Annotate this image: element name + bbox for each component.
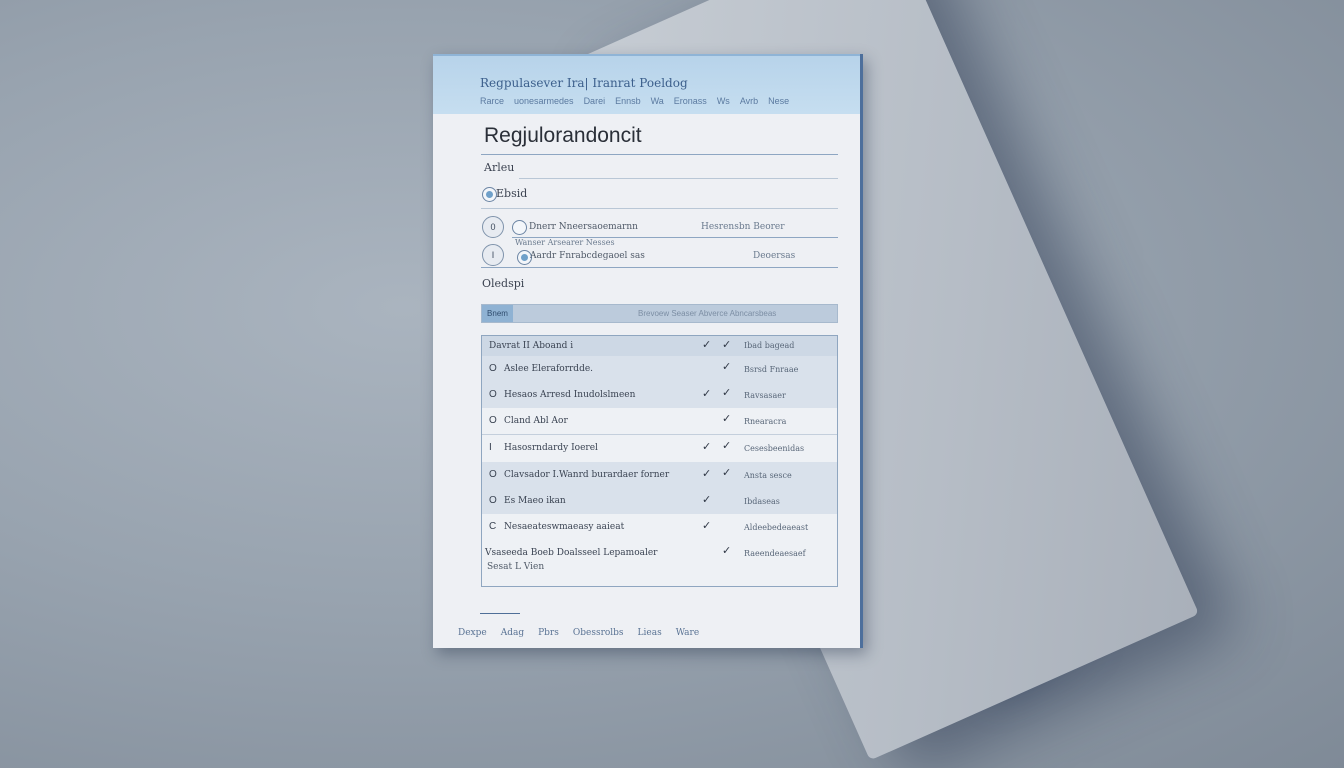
- row-value: Ibdaseas: [744, 497, 780, 506]
- row-name: Vsaseeda Boeb Doalsseel Lepamoaler: [485, 548, 658, 558]
- table-header-row: Davrat II Aboand i ✓ ✓ Ibad bagead: [482, 336, 837, 357]
- row-value: Rnearacra: [744, 417, 787, 426]
- check-icon: ✓: [702, 388, 712, 400]
- row-name: Aslee Eleraforrdde.: [504, 364, 594, 374]
- search-bar[interactable]: Bnem Brevoew Seaser Abverce Abncarsbeas: [481, 304, 838, 323]
- nav-link[interactable]: Wa: [651, 96, 664, 106]
- row-value: Bsrsd Fnraae: [744, 365, 799, 374]
- row-radio-icon[interactable]: O: [489, 389, 497, 400]
- title-divider: [481, 154, 838, 155]
- row-radio-icon[interactable]: O: [489, 469, 497, 480]
- check-icon: ✓: [702, 494, 712, 506]
- row-value: Aldeebedeaeast: [744, 523, 809, 532]
- check-icon: ✓: [722, 339, 732, 351]
- row-radio-icon[interactable]: C: [489, 521, 496, 532]
- nav-link[interactable]: Eronass: [674, 96, 707, 106]
- check-icon: ✓: [702, 339, 712, 351]
- check-icon: ✓: [702, 520, 712, 532]
- row-radio-icon[interactable]: O: [489, 495, 497, 506]
- row-radio-icon[interactable]: O: [489, 415, 497, 426]
- table-row[interactable]: C Nesaeateswmaeasy aaieat ✓ Aldeebedeaea…: [482, 514, 837, 540]
- footer-divider: [480, 613, 520, 614]
- check-icon: ✓: [722, 361, 732, 373]
- nav-link[interactable]: Ws: [717, 96, 730, 106]
- table-header-name: Davrat II Aboand i: [489, 341, 574, 351]
- row-name: Nesaeateswmaeasy aaieat: [504, 522, 625, 532]
- check-icon: ✓: [702, 468, 712, 480]
- option-toggle-2[interactable]: I: [482, 244, 504, 266]
- footer-link[interactable]: Lieas: [638, 628, 662, 638]
- option-value-2: Deoersas: [753, 251, 796, 261]
- field-label-1: Arleu: [484, 161, 515, 174]
- row-value: Cesesbeenidas: [744, 444, 805, 453]
- page-header: Regpulasever Ira| Iranrat Poeldog Rarce …: [433, 54, 860, 114]
- check-icon: ✓: [722, 440, 732, 452]
- table-header-value: Ibad bagead: [744, 341, 795, 350]
- table-row[interactable]: I Hasosrndardy Ioerel ✓ ✓ Cesesbeenidas: [482, 435, 837, 461]
- footer-links: Dexpe Adag Pbrs Obessrolbs Lieas Ware: [458, 628, 699, 638]
- row-name: Cland Abl Aor: [504, 416, 568, 426]
- footer-link[interactable]: Pbrs: [538, 628, 559, 638]
- option-value-1: Hesrensbn Beorer: [701, 222, 785, 232]
- field-input-1[interactable]: [519, 178, 838, 179]
- section-divider: [481, 208, 838, 209]
- table-row[interactable]: O Hesaos Arresd Inudolslmeen ✓ ✓ Ravsasa…: [482, 382, 837, 408]
- row-name: Es Maeo ikan: [504, 496, 566, 506]
- row-name: Hasosrndardy Ioerel: [504, 443, 598, 453]
- option-toggle-1[interactable]: 0: [482, 216, 504, 238]
- row-value: Ansta sesce: [744, 471, 792, 480]
- check-icon: ✓: [722, 545, 732, 557]
- search-bar-tag[interactable]: Bnem: [482, 305, 513, 322]
- document-page: Regpulasever Ira| Iranrat Poeldog Rarce …: [433, 54, 863, 648]
- footer-link[interactable]: Dexpe: [458, 628, 487, 638]
- option-radio-1[interactable]: [512, 220, 527, 235]
- table-row[interactable]: O Cland Abl Aor ✓ Rnearacra: [482, 408, 837, 434]
- option-divider: [481, 267, 838, 268]
- field-radio-2[interactable]: [482, 187, 497, 202]
- table-trailing-text: Sesat L Vien: [487, 562, 545, 572]
- field-label-2: Ebsid: [496, 187, 528, 200]
- option-label-1: Dnerr Nneersaoemarnn: [529, 222, 638, 232]
- option-label-2: Aardr Fnrabcdegaoel sas: [530, 251, 645, 261]
- row-radio-icon[interactable]: O: [489, 363, 497, 374]
- check-icon: ✓: [722, 387, 732, 399]
- check-icon: ✓: [722, 413, 732, 425]
- row-name: Clavsador I.Wanrd burardaer forner: [504, 470, 670, 480]
- table-row[interactable]: O Clavsador I.Wanrd burardaer forner ✓ ✓…: [482, 462, 837, 488]
- table-row[interactable]: O Es Maeo ikan ✓ Ibdaseas: [482, 488, 837, 514]
- nav-link[interactable]: Rarce: [480, 96, 504, 106]
- table-row[interactable]: O Aslee Eleraforrdde. ✓ Bsrsd Fnraae: [482, 356, 837, 382]
- footer-link[interactable]: Adag: [501, 628, 524, 638]
- search-bar-text: Brevoew Seaser Abverce Abncarsbeas: [638, 309, 777, 318]
- footer-link[interactable]: Obessrolbs: [573, 628, 624, 638]
- section-label: Oledspi: [482, 277, 525, 290]
- nav-link[interactable]: Avrb: [740, 96, 758, 106]
- document-title: Regjulorandoncit: [484, 124, 642, 147]
- nav-link[interactable]: uonesarmedes: [514, 96, 574, 106]
- option-sub-label: Wanser Arsearer Nesses: [515, 238, 615, 247]
- header-title: Regpulasever Ira| Iranrat Poeldog: [480, 76, 688, 90]
- row-name: Hesaos Arresd Inudolslmeen: [504, 390, 636, 400]
- nav-link[interactable]: Darei: [584, 96, 606, 106]
- nav-link[interactable]: Nese: [768, 96, 789, 106]
- nav-link[interactable]: Ennsb: [615, 96, 641, 106]
- check-icon: ✓: [702, 441, 712, 453]
- check-icon: ✓: [722, 467, 732, 479]
- data-table: Davrat II Aboand i ✓ ✓ Ibad bagead O Asl…: [481, 335, 838, 587]
- header-nav: Rarce uonesarmedes Darei Ennsb Wa Eronas…: [480, 96, 789, 106]
- footer-link[interactable]: Ware: [676, 628, 699, 638]
- row-value: Ravsasaer: [744, 391, 786, 400]
- row-radio-icon[interactable]: I: [489, 442, 492, 453]
- row-value: Raeendeaesaef: [744, 549, 806, 558]
